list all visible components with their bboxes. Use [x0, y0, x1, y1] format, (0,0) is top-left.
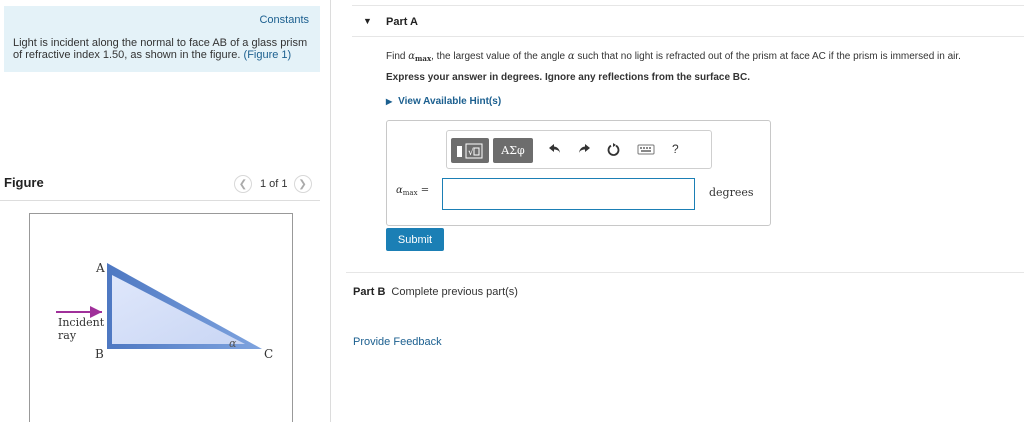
- question-end: such that no light is refracted out of t…: [574, 51, 961, 62]
- problem-text: Light is incident along the normal to fa…: [13, 37, 313, 61]
- vertex-a-label: A: [95, 261, 105, 275]
- ray-label: ray: [58, 329, 77, 342]
- answer-max-sub: max: [402, 189, 418, 197]
- submit-button[interactable]: Submit: [386, 228, 444, 251]
- redo-icon[interactable]: [577, 142, 591, 159]
- part-b-divider: [346, 272, 1024, 273]
- panel-divider: [330, 0, 331, 422]
- reset-icon[interactable]: [606, 142, 621, 160]
- figure-link[interactable]: (Figure 1): [244, 49, 292, 61]
- question-text: Find αmax, the largest value of the angl…: [386, 51, 1016, 63]
- templates-button[interactable]: √: [451, 138, 489, 163]
- prism-diagram: A B C α Incident ray: [56, 261, 273, 361]
- figure-header: Figure ❮ 1 of 1 ❯: [0, 174, 320, 201]
- help-icon[interactable]: ?: [672, 142, 679, 156]
- part-b-title: Part B: [353, 286, 386, 298]
- part-a-title: Part A: [386, 16, 418, 28]
- hints-label: View Available Hint(s): [398, 96, 502, 107]
- answer-label: αmax =: [396, 185, 429, 197]
- next-figure-button[interactable]: ❯: [293, 175, 312, 193]
- pager-text: 1 of 1: [260, 178, 288, 190]
- constants-link[interactable]: Constants: [259, 14, 309, 26]
- figure-image: A B C α Incident ray: [29, 213, 293, 422]
- greek-symbols-button[interactable]: ΑΣφ: [493, 138, 533, 163]
- vertex-b-label: B: [95, 347, 104, 361]
- units-label: degrees: [709, 186, 754, 199]
- part-b-text: Complete previous part(s): [391, 286, 518, 298]
- provide-feedback-link[interactable]: Provide Feedback: [353, 336, 442, 348]
- expand-triangle-icon: ▶: [386, 97, 393, 106]
- figure-pager: ❮ 1 of 1 ❯: [234, 174, 312, 194]
- undo-icon[interactable]: [548, 142, 562, 159]
- vertex-c-label: C: [264, 347, 273, 361]
- answer-equals: =: [417, 185, 430, 196]
- answer-alpha: α: [396, 185, 403, 196]
- alpha-symbol-2: α: [567, 51, 575, 62]
- view-hints-link[interactable]: ▶ View Available Hint(s): [386, 96, 501, 107]
- instruction-text: Express your answer in degrees. Ignore a…: [386, 72, 751, 83]
- keyboard-icon[interactable]: [637, 142, 655, 159]
- part-a-header[interactable]: ▼ Part A: [352, 5, 1024, 37]
- svg-text:√: √: [468, 147, 474, 158]
- angle-alpha-label: α: [229, 337, 237, 350]
- max-subscript: max: [415, 54, 432, 63]
- part-b-row: Part B Complete previous part(s): [353, 286, 518, 298]
- problem-statement-box: Constants Light is incident along the no…: [4, 6, 320, 72]
- question-middle: , the largest value of the angle: [431, 51, 568, 62]
- left-panel: Constants Light is incident along the no…: [0, 0, 330, 422]
- answer-box: √ ΑΣφ ? αmax = degrees: [386, 120, 771, 226]
- answer-input[interactable]: [442, 178, 695, 210]
- math-toolbar: √ ΑΣφ ?: [446, 130, 712, 169]
- incident-label: Incident: [58, 316, 105, 329]
- templates-icon: √: [457, 143, 483, 158]
- collapse-caret-icon[interactable]: ▼: [363, 16, 372, 26]
- alpha-char: α: [408, 51, 415, 62]
- figure-title: Figure: [4, 175, 44, 190]
- prev-figure-button[interactable]: ❮: [234, 175, 252, 193]
- alpha-symbol: αmax: [408, 51, 432, 63]
- question-prefix: Find: [386, 51, 409, 62]
